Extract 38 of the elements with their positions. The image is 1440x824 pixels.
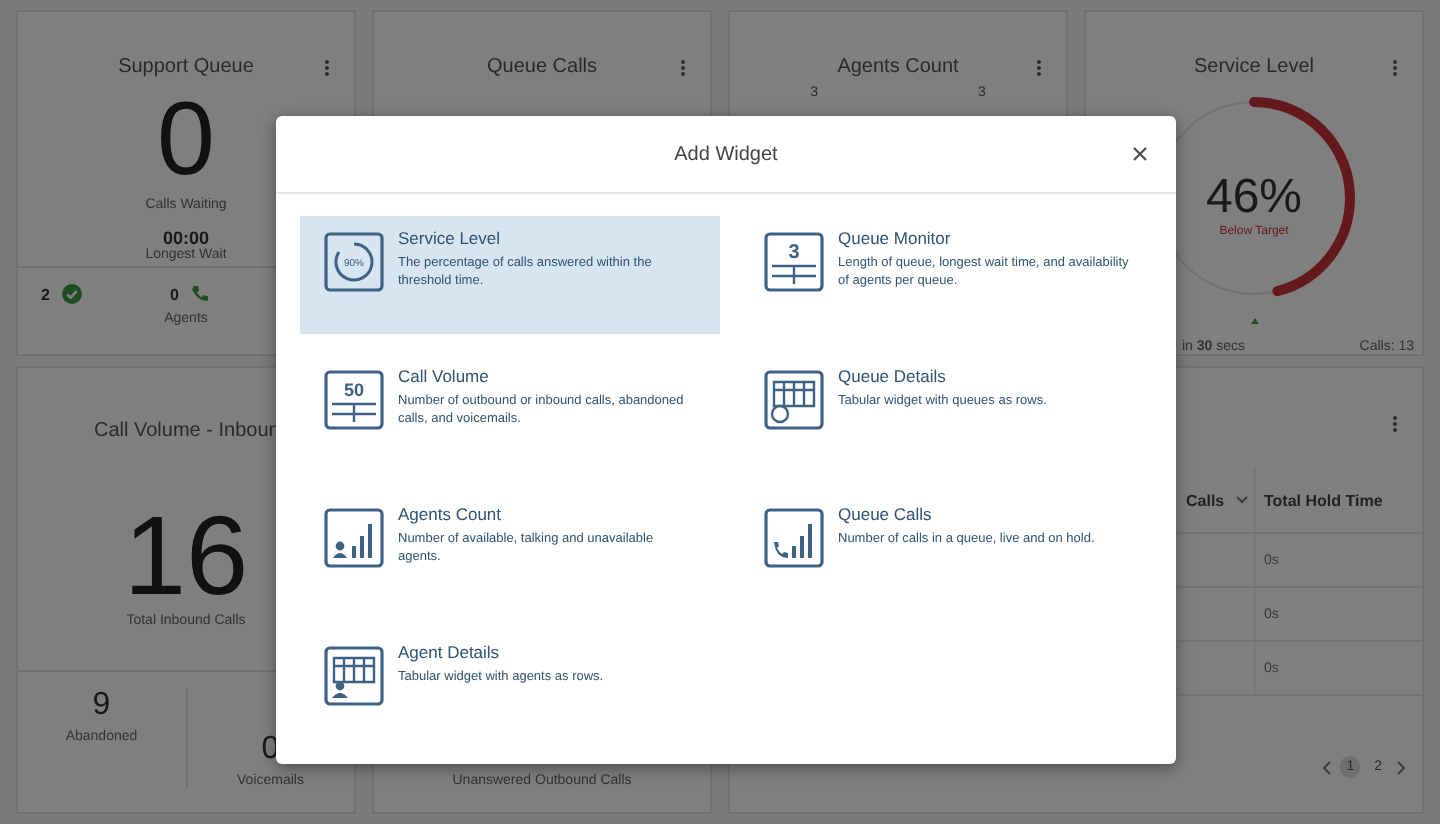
table-person-icon [324,646,384,706]
breakdown-value: 9 [92,688,111,724]
widget-title: Call Volume [398,366,491,386]
chevron-left-icon[interactable] [1322,759,1333,775]
calls-waiting-count: 0 [157,82,215,198]
card-title: Queue Calls [486,56,598,78]
phone-icon [190,284,211,304]
card-title: Support Queue [118,56,254,78]
widget-title: Queue Details [838,366,948,386]
widget-title: Service Level [398,228,503,248]
longest-wait-value: 00:00 [162,228,210,248]
service-level-percent: 46% [1205,169,1303,225]
chevron-right-icon[interactable] [1396,759,1406,775]
more-icon[interactable] [1392,414,1398,434]
widget-title: Agents Count [398,504,504,524]
column-header[interactable]: Calls [1178,468,1256,532]
total-inbound-count: 16 [123,498,249,614]
person-bars-icon [324,508,384,568]
table-clock-icon [764,370,824,430]
close-icon[interactable] [1132,146,1148,162]
more-icon[interactable] [1392,58,1398,78]
counter-icon: 3 [764,232,824,292]
widget-title: Queue Calls [838,504,934,524]
widget-title: Agent Details [398,642,502,662]
column-header[interactable]: Total Hold Time [1256,468,1422,532]
agent-count: 0 [170,285,179,303]
card-title: Service Level [1193,56,1315,78]
check-circle-icon [62,284,82,304]
dialog-title: Add Widget [674,143,778,165]
counter-icon: 50 [324,370,384,430]
card-title: Agents Count [837,56,959,78]
more-icon[interactable] [680,58,686,78]
widget-title: Queue Monitor [838,228,953,248]
triangle-marker-icon [1245,318,1263,324]
agent-count: 2 [41,285,50,303]
more-icon[interactable] [324,58,330,78]
phone-bars-icon [764,508,824,568]
more-icon[interactable] [1036,58,1042,78]
